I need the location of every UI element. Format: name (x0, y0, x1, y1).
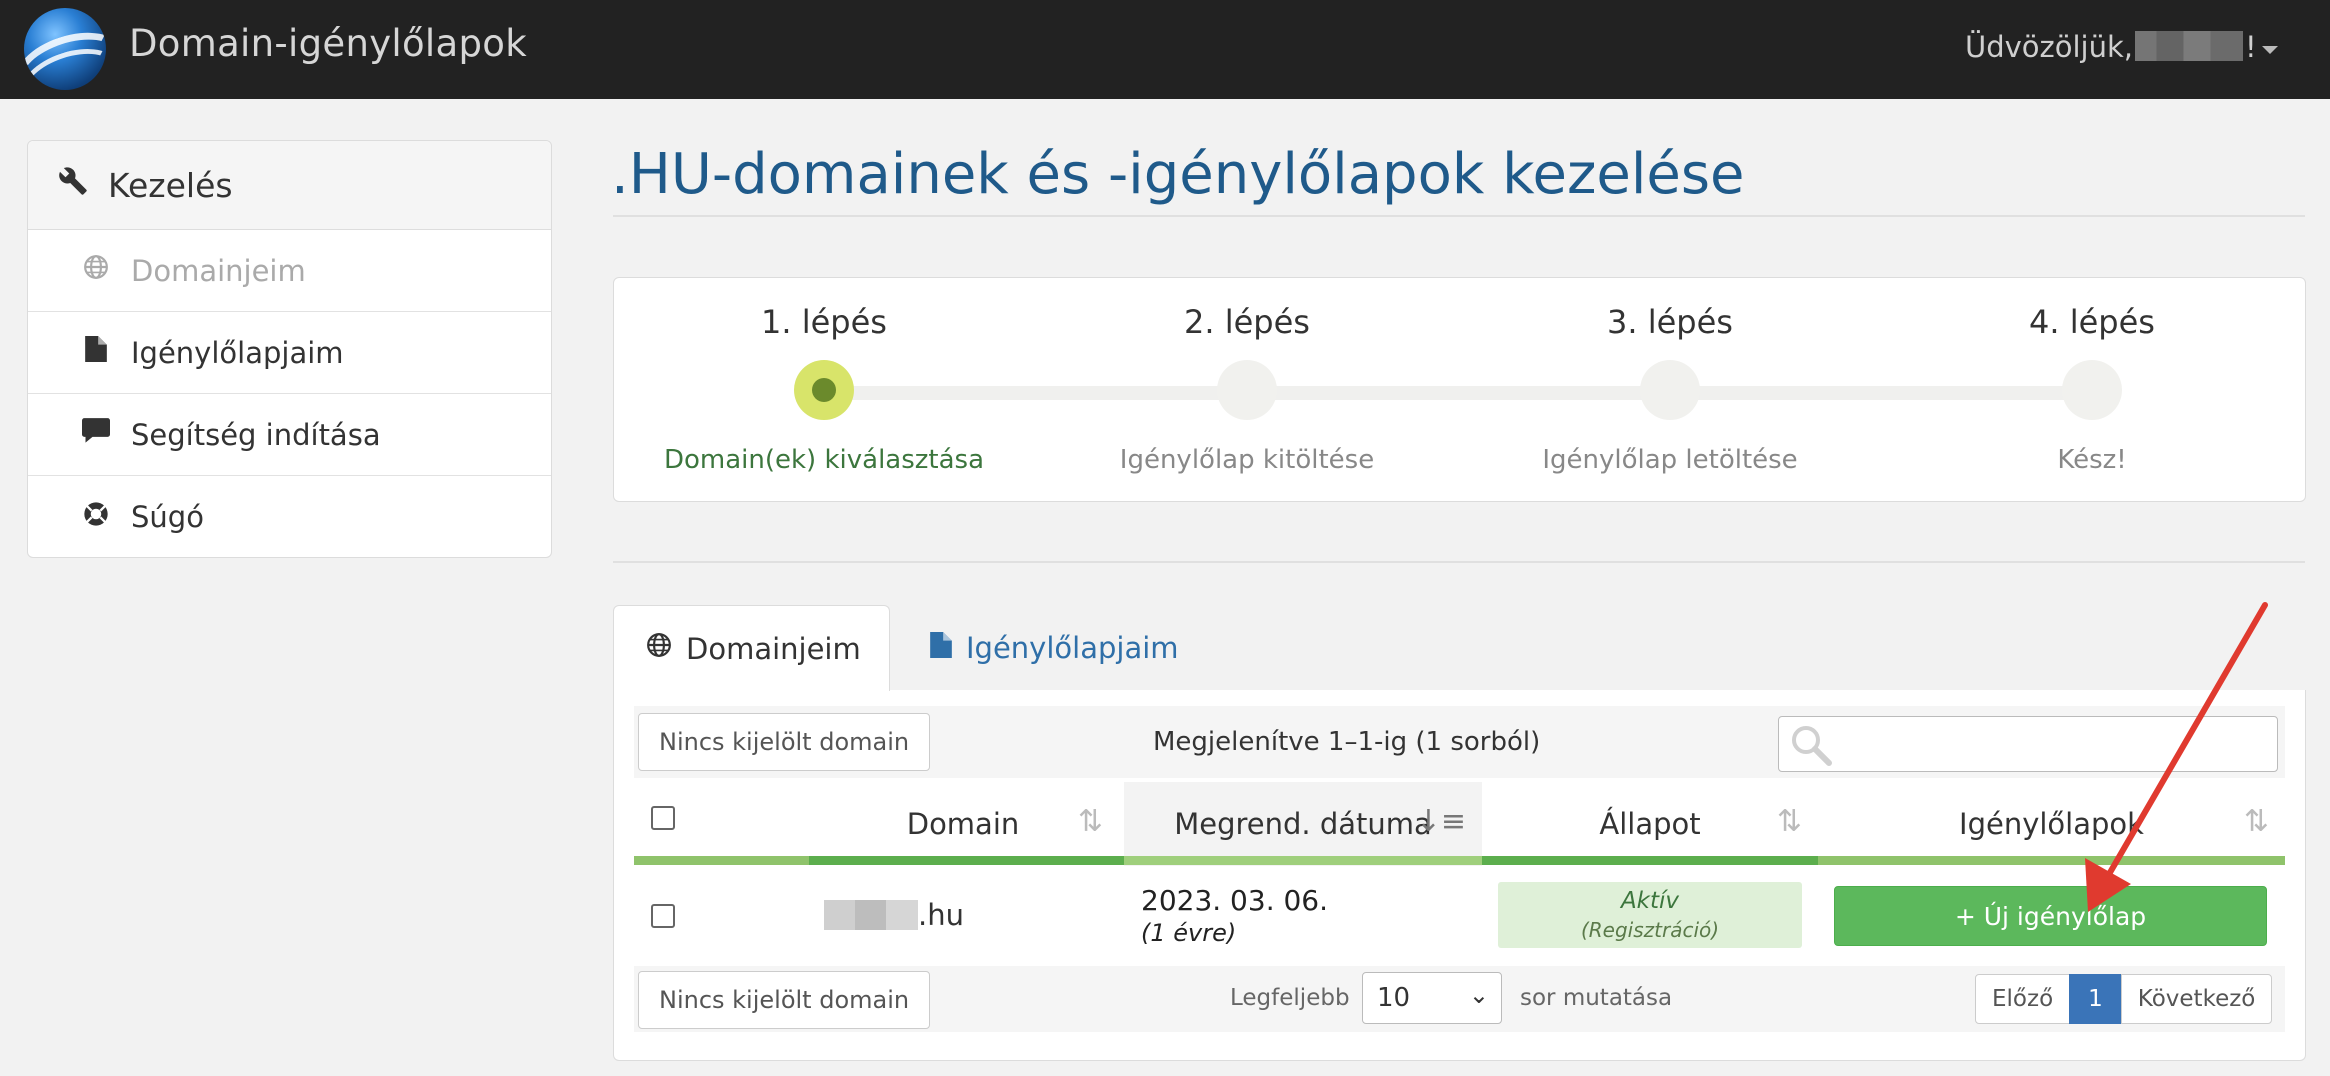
page-length-value: 10 (1377, 983, 1411, 1013)
sidebar-item-igenylolapjaim[interactable]: Igénylőlapjaim (28, 312, 551, 394)
table-info: Megjelenítve 1–1-ig (1 sorból) (1153, 727, 1541, 757)
step-indicator-active (794, 360, 854, 420)
sidebar-item-label: Súgó (131, 500, 204, 534)
sidebar-title: Kezelés (108, 165, 233, 205)
column-header-forms[interactable]: Igénylőlapok ⇅ (1818, 782, 2285, 866)
new-form-button[interactable]: + Új igénylőlap (1834, 886, 2267, 946)
divider (613, 561, 2305, 563)
welcome-text: Üdvözöljük, (1965, 30, 2134, 64)
pagination: Előző 1 Következő (1975, 974, 2273, 1024)
column-label: Állapot (1599, 807, 1701, 841)
order-date: 2023. 03. 06. (1141, 884, 1329, 917)
step-desc: Kész! (2057, 445, 2127, 475)
step-progress-track (824, 386, 2104, 400)
status-label: Aktív (1620, 888, 1680, 914)
step-desc: Igénylőlap kitöltése (1119, 445, 1375, 475)
column-label: Megrend. dátuma (1174, 807, 1432, 841)
pager-page-1[interactable]: 1 (2069, 974, 2122, 1024)
domain-cell: .hu (824, 898, 964, 932)
no-selection-button-bottom[interactable]: Nincs kijelölt domain (638, 971, 931, 1029)
column-label: Igénylőlapok (1959, 807, 2144, 841)
length-suffix: sor mutatása (1520, 985, 1673, 1011)
step-title: 1. lépés (761, 303, 887, 341)
sort-icon: ⇅ (2243, 804, 2269, 839)
divider (613, 215, 2305, 217)
domain-suffix: .hu (918, 898, 964, 932)
header-underline (1818, 856, 2285, 865)
pager-prev-button[interactable]: Előző (1975, 974, 2071, 1024)
globe-icon (81, 254, 111, 287)
header-underline (809, 856, 1124, 865)
tab-igenylolapjaim[interactable]: Igénylőlapjaim (930, 605, 1179, 691)
no-selection-button[interactable]: Nincs kijelölt domain (638, 713, 931, 771)
select-all-checkbox[interactable] (651, 806, 675, 830)
tab-domainjeim[interactable]: Domainjeim (613, 605, 890, 691)
tab-label: Igénylőlapjaim (966, 631, 1179, 665)
redacted-username (2135, 31, 2244, 61)
status-badge: Aktív (Regisztráció) (1498, 882, 1802, 948)
step-indicator (1217, 360, 1277, 420)
step-title: 4. lépés (2029, 303, 2155, 341)
sort-desc-icon: ↓≡ (1415, 804, 1466, 839)
sidebar: Kezelés Domainjeim Igénylőlapjaim Segíts… (27, 140, 552, 558)
sidebar-item-domainjeim[interactable]: Domainjeim (28, 230, 551, 312)
wrench-icon (58, 166, 88, 204)
header-underline (1482, 856, 1818, 865)
sort-icon: ⇅ (1077, 804, 1103, 839)
brand-title[interactable]: Domain-igénylőlapok (129, 22, 527, 65)
file-icon (81, 336, 111, 369)
sidebar-item-segitseg[interactable]: Segítség indítása (28, 394, 551, 476)
user-menu[interactable]: Üdvözöljük,! (1965, 30, 2257, 64)
length-prefix: Legfeljebb (1230, 985, 1350, 1011)
step-title: 2. lépés (1184, 303, 1310, 341)
column-header-domain[interactable]: Domain ⇅ (807, 782, 1119, 866)
step-desc: Igénylőlap letöltése (1542, 445, 1798, 475)
step-indicator (2062, 360, 2122, 420)
sort-icon: ⇅ (1776, 804, 1802, 839)
header-underline (1124, 856, 1482, 865)
sidebar-header: Kezelés (28, 141, 551, 230)
welcome-suffix: ! (2245, 30, 2257, 64)
sidebar-item-label: Segítség indítása (131, 417, 381, 452)
steps-wizard: 1. lépés Domain(ek) kiválasztása 2. lépé… (613, 277, 2306, 502)
status-sub: (Regisztráció) (1580, 918, 1720, 942)
column-header-status[interactable]: Állapot ⇅ (1482, 782, 1818, 866)
redacted-domain-name (824, 900, 918, 930)
sidebar-item-sugo[interactable]: Súgó (28, 476, 551, 558)
sidebar-item-label: Domainjeim (131, 253, 306, 288)
chevron-down-icon: ⌄ (1468, 981, 1489, 1009)
search-input[interactable] (1778, 716, 2278, 772)
search-icon (1789, 723, 1832, 766)
table-header: Domain ⇅ Megrend. dátuma ↓≡ Állapot ⇅ Ig… (634, 782, 2285, 866)
lifebuoy-icon (81, 500, 111, 535)
globe-icon (646, 632, 672, 665)
top-navbar: Domain-igénylőlapok Üdvözöljük,! (0, 0, 2330, 99)
file-icon (930, 631, 952, 665)
order-date-cell: 2023. 03. 06. (1 évre) (1141, 884, 1328, 947)
caret-down-icon[interactable] (2262, 46, 2278, 54)
page-title: .HU-domainek és -igénylőlapok kezelése (611, 142, 1745, 207)
page-length-select[interactable]: 10 ⌄ (1362, 972, 1502, 1024)
step-desc: Domain(ek) kiválasztása (663, 445, 985, 475)
row-checkbox[interactable] (651, 904, 675, 928)
globe-logo-icon[interactable] (24, 8, 106, 90)
select-all-cell (634, 782, 807, 866)
tab-label: Domainjeim (686, 631, 861, 666)
column-label: Domain (906, 807, 1020, 841)
step-indicator (1640, 360, 1700, 420)
header-underline (634, 856, 809, 865)
order-period: (1 évre) (1141, 919, 1237, 947)
pager-next-button[interactable]: Következő (2120, 974, 2273, 1024)
comment-icon (81, 418, 111, 451)
column-header-date[interactable]: Megrend. dátuma ↓≡ (1124, 782, 1482, 866)
step-title: 3. lépés (1607, 303, 1733, 341)
sidebar-item-label: Igénylőlapjaim (131, 335, 344, 370)
